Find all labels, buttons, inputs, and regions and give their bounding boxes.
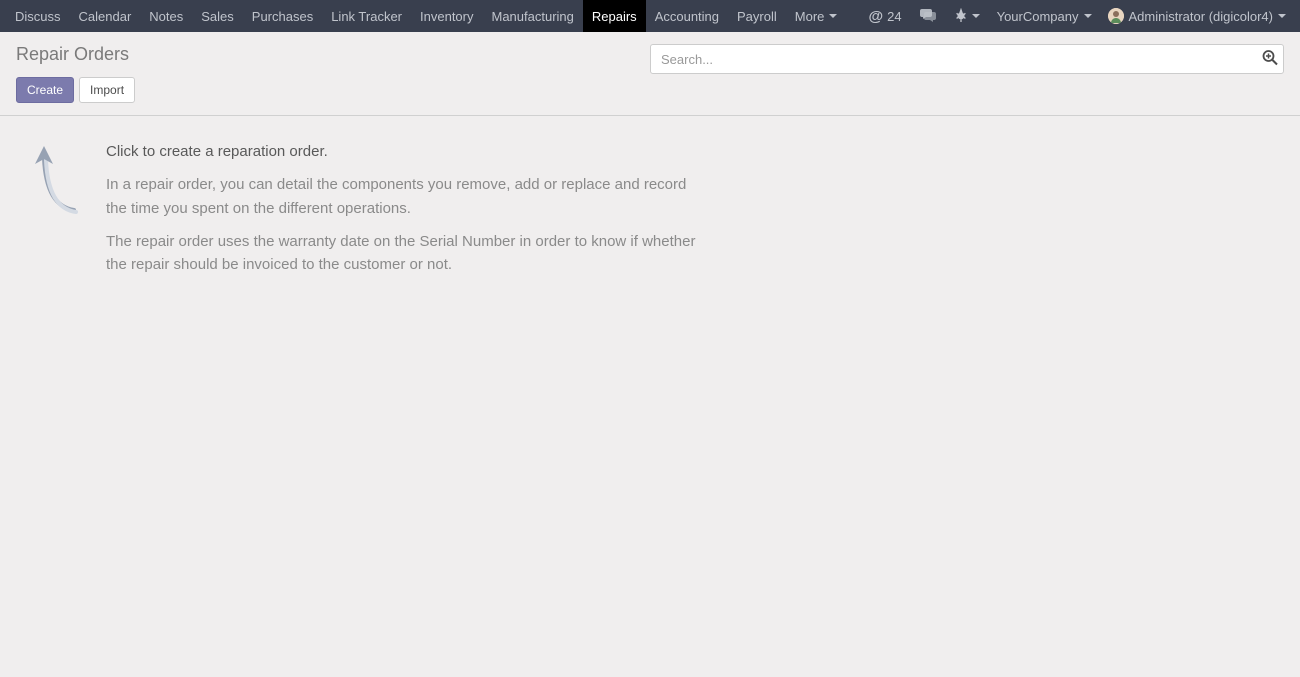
notification-count: 24: [887, 9, 901, 24]
chevron-down-icon: [1278, 14, 1286, 18]
user-menu[interactable]: Administrator (digicolor4): [1100, 0, 1295, 32]
at-icon: @: [868, 8, 883, 25]
nav-manufacturing[interactable]: Manufacturing: [483, 0, 583, 32]
chat-icon: [920, 8, 936, 25]
nav-sales[interactable]: Sales: [192, 0, 243, 32]
chevron-down-icon: [1084, 14, 1092, 18]
page-title: Repair Orders: [16, 40, 650, 73]
notifications-button[interactable]: @ 24: [859, 0, 910, 32]
chevron-down-icon: [972, 14, 980, 18]
messages-button[interactable]: [911, 0, 945, 32]
debug-button[interactable]: [945, 0, 989, 32]
company-name: YourCompany: [997, 9, 1079, 24]
help-line-1: Click to create a reparation order.: [106, 140, 696, 163]
search-plus-icon: [1262, 50, 1278, 69]
import-button[interactable]: Import: [79, 77, 135, 103]
nav-more-label: More: [795, 9, 825, 24]
nav-payroll[interactable]: Payroll: [728, 0, 786, 32]
nav-accounting[interactable]: Accounting: [646, 0, 728, 32]
help-line-2: In a repair order, you can detail the co…: [106, 173, 696, 220]
company-switcher[interactable]: YourCompany: [989, 0, 1100, 32]
button-row: Create Import: [16, 77, 650, 103]
nav-right: @ 24 YourCompany Administrator (digicolo…: [859, 0, 1294, 32]
hint-arrow-icon: [26, 138, 96, 221]
create-button[interactable]: Create: [16, 77, 74, 103]
search-wrap: [650, 44, 1284, 74]
main-content: Click to create a reparation order. In a…: [0, 116, 1300, 310]
nav-calendar[interactable]: Calendar: [70, 0, 141, 32]
chevron-down-icon: [829, 14, 837, 18]
top-navbar: Discuss Calendar Notes Sales Purchases L…: [0, 0, 1300, 32]
nav-repairs[interactable]: Repairs: [583, 0, 646, 32]
nav-more[interactable]: More: [786, 0, 847, 32]
nav-discuss[interactable]: Discuss: [6, 0, 70, 32]
nav-link-tracker[interactable]: Link Tracker: [322, 0, 411, 32]
nav-left: Discuss Calendar Notes Sales Purchases L…: [6, 0, 859, 32]
help-text: Click to create a reparation order. In a…: [106, 140, 696, 286]
search-expand-button[interactable]: [1262, 50, 1278, 69]
control-panel: Repair Orders Create Import: [0, 32, 1300, 116]
nav-purchases[interactable]: Purchases: [243, 0, 322, 32]
help-line-3: The repair order uses the warranty date …: [106, 230, 696, 277]
nav-notes[interactable]: Notes: [140, 0, 192, 32]
user-name: Administrator (digicolor4): [1129, 9, 1274, 24]
bug-icon: [954, 8, 968, 25]
avatar: [1108, 8, 1124, 24]
search-input[interactable]: [650, 44, 1284, 74]
nav-inventory[interactable]: Inventory: [411, 0, 482, 32]
